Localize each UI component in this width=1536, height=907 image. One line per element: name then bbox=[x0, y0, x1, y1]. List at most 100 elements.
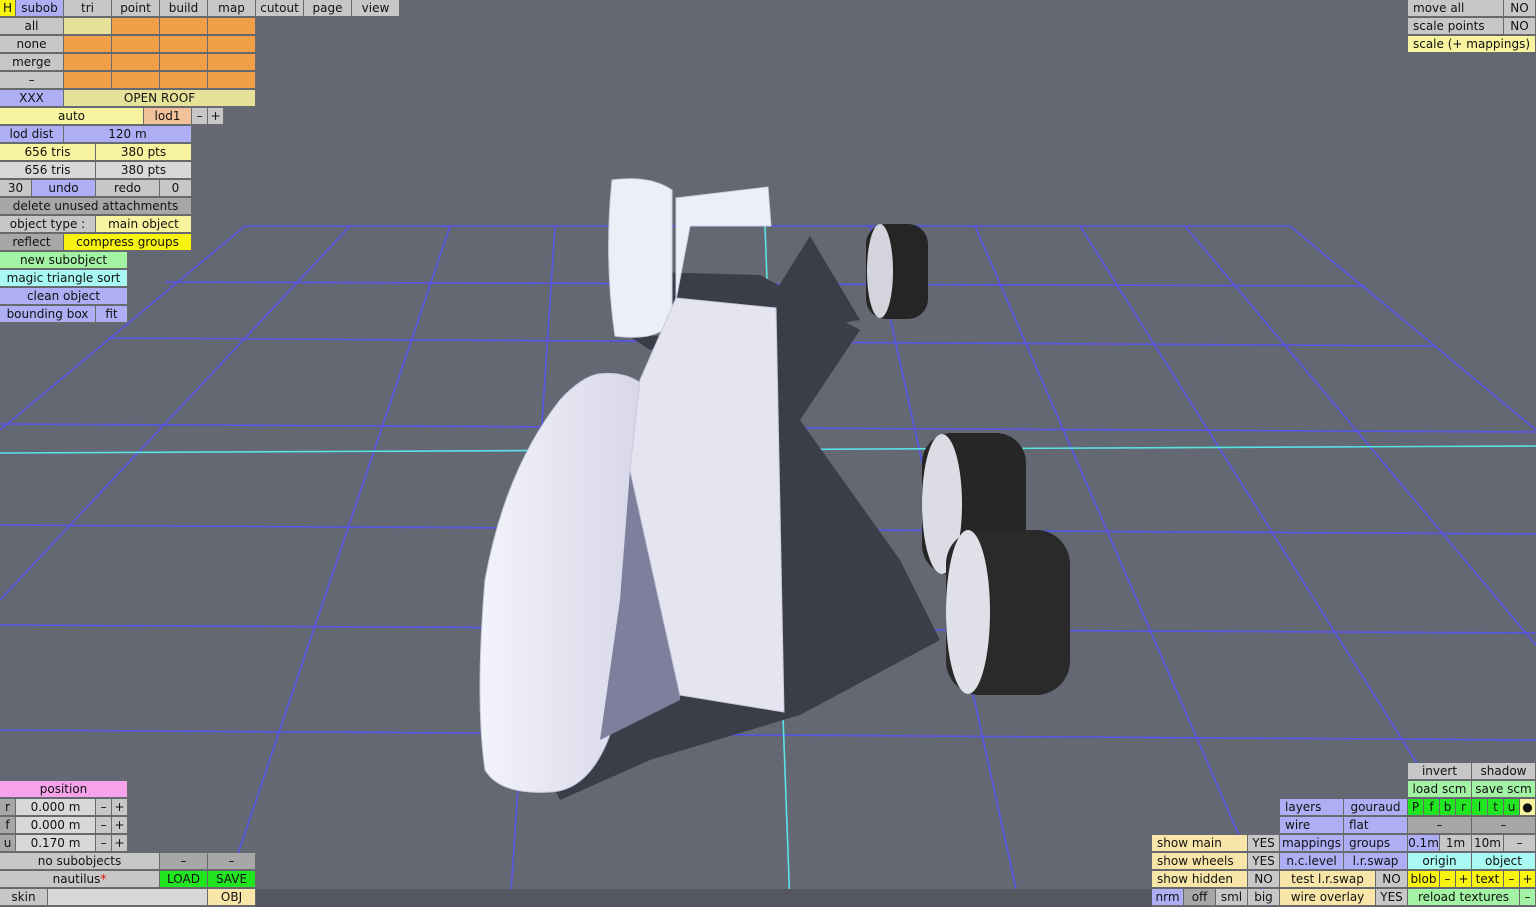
text-minus-button[interactable]: – bbox=[1504, 871, 1520, 888]
lod-auto-button[interactable]: auto bbox=[0, 108, 144, 125]
position-u-field[interactable]: 0.170 m bbox=[16, 835, 96, 852]
subobject-slot[interactable] bbox=[64, 54, 112, 71]
redo-button[interactable]: redo bbox=[96, 180, 160, 197]
move-all-value[interactable]: NO bbox=[1504, 0, 1536, 17]
blob-plus-button[interactable]: + bbox=[1456, 871, 1472, 888]
subobject-slot[interactable] bbox=[64, 72, 112, 89]
scm-dash-button[interactable]: – bbox=[1472, 817, 1536, 834]
scale-points-toggle[interactable]: scale points bbox=[1408, 18, 1504, 35]
show-main-value[interactable]: YES bbox=[1248, 835, 1280, 852]
subobjects-dash-button[interactable]: – bbox=[160, 853, 208, 870]
position-r-minus[interactable]: – bbox=[96, 799, 112, 816]
select-none-button[interactable]: none bbox=[0, 36, 64, 53]
load-button[interactable]: LOAD bbox=[160, 871, 208, 888]
new-subobject-button[interactable]: new subobject bbox=[0, 252, 128, 269]
menu-subob-tab[interactable]: subob bbox=[16, 0, 64, 17]
lr-swap-button[interactable]: l.r.swap bbox=[1344, 853, 1408, 870]
show-main-toggle[interactable]: show main bbox=[1152, 835, 1248, 852]
show-hidden-toggle[interactable]: show hidden bbox=[1152, 871, 1248, 888]
grid-1m-button[interactable]: 1m bbox=[1440, 835, 1472, 852]
subobjects-dash-button[interactable]: – bbox=[208, 853, 256, 870]
grid-dash-button[interactable]: – bbox=[1504, 835, 1536, 852]
menu-build-tab[interactable]: build bbox=[160, 0, 208, 17]
wire-overlay-button[interactable]: wire overlay bbox=[1280, 889, 1376, 906]
subobject-slot[interactable] bbox=[160, 18, 208, 35]
subobject-slot[interactable] bbox=[112, 18, 160, 35]
menu-h-button[interactable]: H bbox=[0, 0, 16, 17]
grid-10m-button[interactable]: 10m bbox=[1472, 835, 1504, 852]
scale-mappings-button[interactable]: scale (+ mappings) bbox=[1408, 36, 1536, 53]
groups-button[interactable]: groups bbox=[1344, 835, 1408, 852]
subobject-slot[interactable] bbox=[160, 36, 208, 53]
subobject-slot[interactable] bbox=[208, 36, 256, 53]
menu-map-tab[interactable]: map bbox=[208, 0, 256, 17]
menu-view-tab[interactable]: view bbox=[352, 0, 400, 17]
shadow-button[interactable]: shadow bbox=[1472, 763, 1536, 780]
filename-field[interactable]: nautilus* bbox=[0, 871, 160, 888]
text-plus-button[interactable]: + bbox=[1520, 871, 1536, 888]
flag-t-toggle[interactable]: t bbox=[1488, 799, 1504, 816]
flat-button[interactable]: flat bbox=[1344, 817, 1408, 834]
load-scm-button[interactable]: load scm bbox=[1408, 781, 1472, 798]
subobject-slot[interactable] bbox=[208, 18, 256, 35]
mappings-button[interactable]: mappings bbox=[1280, 835, 1344, 852]
lod-plus-button[interactable]: + bbox=[208, 108, 224, 125]
flag-u-toggle[interactable]: u bbox=[1504, 799, 1520, 816]
lod-dist-value[interactable]: 120 m bbox=[64, 126, 192, 143]
flag-dot-toggle[interactable]: ● bbox=[1520, 799, 1536, 816]
nc-level-button[interactable]: n.c.level bbox=[1280, 853, 1344, 870]
blob-button[interactable]: blob bbox=[1408, 871, 1440, 888]
subobject-slot[interactable] bbox=[208, 72, 256, 89]
small-size-button[interactable]: sml bbox=[1216, 889, 1248, 906]
selection-dash-button[interactable]: – bbox=[0, 72, 64, 89]
flag-r-toggle[interactable]: r bbox=[1456, 799, 1472, 816]
subobject-id-field[interactable]: XXX bbox=[0, 90, 64, 107]
object-type-value[interactable]: main object bbox=[96, 216, 192, 233]
subobject-slot[interactable] bbox=[64, 18, 112, 35]
save-button[interactable]: SAVE bbox=[208, 871, 256, 888]
flag-f-toggle[interactable]: f bbox=[1424, 799, 1440, 816]
subobject-slot[interactable] bbox=[160, 72, 208, 89]
normal-size-button[interactable]: nrm bbox=[1152, 889, 1184, 906]
lod-level-field[interactable]: lod1 bbox=[144, 108, 192, 125]
test-lr-swap-value[interactable]: NO bbox=[1376, 871, 1408, 888]
bounding-box-button[interactable]: bounding box bbox=[0, 306, 96, 323]
obj-button[interactable]: OBJ bbox=[208, 889, 256, 906]
invert-button[interactable]: invert bbox=[1408, 763, 1472, 780]
position-r-plus[interactable]: + bbox=[112, 799, 128, 816]
position-r-field[interactable]: 0.000 m bbox=[16, 799, 96, 816]
off-size-button[interactable]: off bbox=[1184, 889, 1216, 906]
position-u-plus[interactable]: + bbox=[112, 835, 128, 852]
position-u-minus[interactable]: – bbox=[96, 835, 112, 852]
show-wheels-value[interactable]: YES bbox=[1248, 853, 1280, 870]
subobject-name-field[interactable]: OPEN ROOF bbox=[64, 90, 256, 107]
lod-minus-button[interactable]: – bbox=[192, 108, 208, 125]
show-wheels-toggle[interactable]: show wheels bbox=[1152, 853, 1248, 870]
undo-button[interactable]: undo bbox=[32, 180, 96, 197]
big-size-button[interactable]: big bbox=[1248, 889, 1280, 906]
subobject-slot[interactable] bbox=[64, 36, 112, 53]
select-all-button[interactable]: all bbox=[0, 18, 64, 35]
show-hidden-value[interactable]: NO bbox=[1248, 871, 1280, 888]
position-f-plus[interactable]: + bbox=[112, 817, 128, 834]
grid-01m-button[interactable]: 0.1m bbox=[1408, 835, 1440, 852]
test-lr-swap-button[interactable]: test l.r.swap bbox=[1280, 871, 1376, 888]
menu-page-tab[interactable]: page bbox=[304, 0, 352, 17]
compress-groups-button[interactable]: compress groups bbox=[64, 234, 192, 251]
wire-button[interactable]: wire bbox=[1280, 817, 1344, 834]
subobject-slot[interactable] bbox=[160, 54, 208, 71]
reload-dash-button[interactable]: – bbox=[1520, 889, 1536, 906]
subobject-slot[interactable] bbox=[208, 54, 256, 71]
delete-unused-attachments-button[interactable]: delete unused attachments bbox=[0, 198, 192, 215]
menu-point-tab[interactable]: point bbox=[112, 0, 160, 17]
subobject-slot[interactable] bbox=[112, 72, 160, 89]
flag-p-toggle[interactable]: P bbox=[1408, 799, 1424, 816]
position-f-minus[interactable]: – bbox=[96, 817, 112, 834]
move-all-toggle[interactable]: move all bbox=[1408, 0, 1504, 17]
object-button[interactable]: object bbox=[1472, 853, 1536, 870]
magic-triangle-sort-button[interactable]: magic triangle sort bbox=[0, 270, 128, 287]
fit-button[interactable]: fit bbox=[96, 306, 128, 323]
subobject-slot[interactable] bbox=[112, 54, 160, 71]
wire-overlay-value[interactable]: YES bbox=[1376, 889, 1408, 906]
menu-tri-tab[interactable]: tri bbox=[64, 0, 112, 17]
